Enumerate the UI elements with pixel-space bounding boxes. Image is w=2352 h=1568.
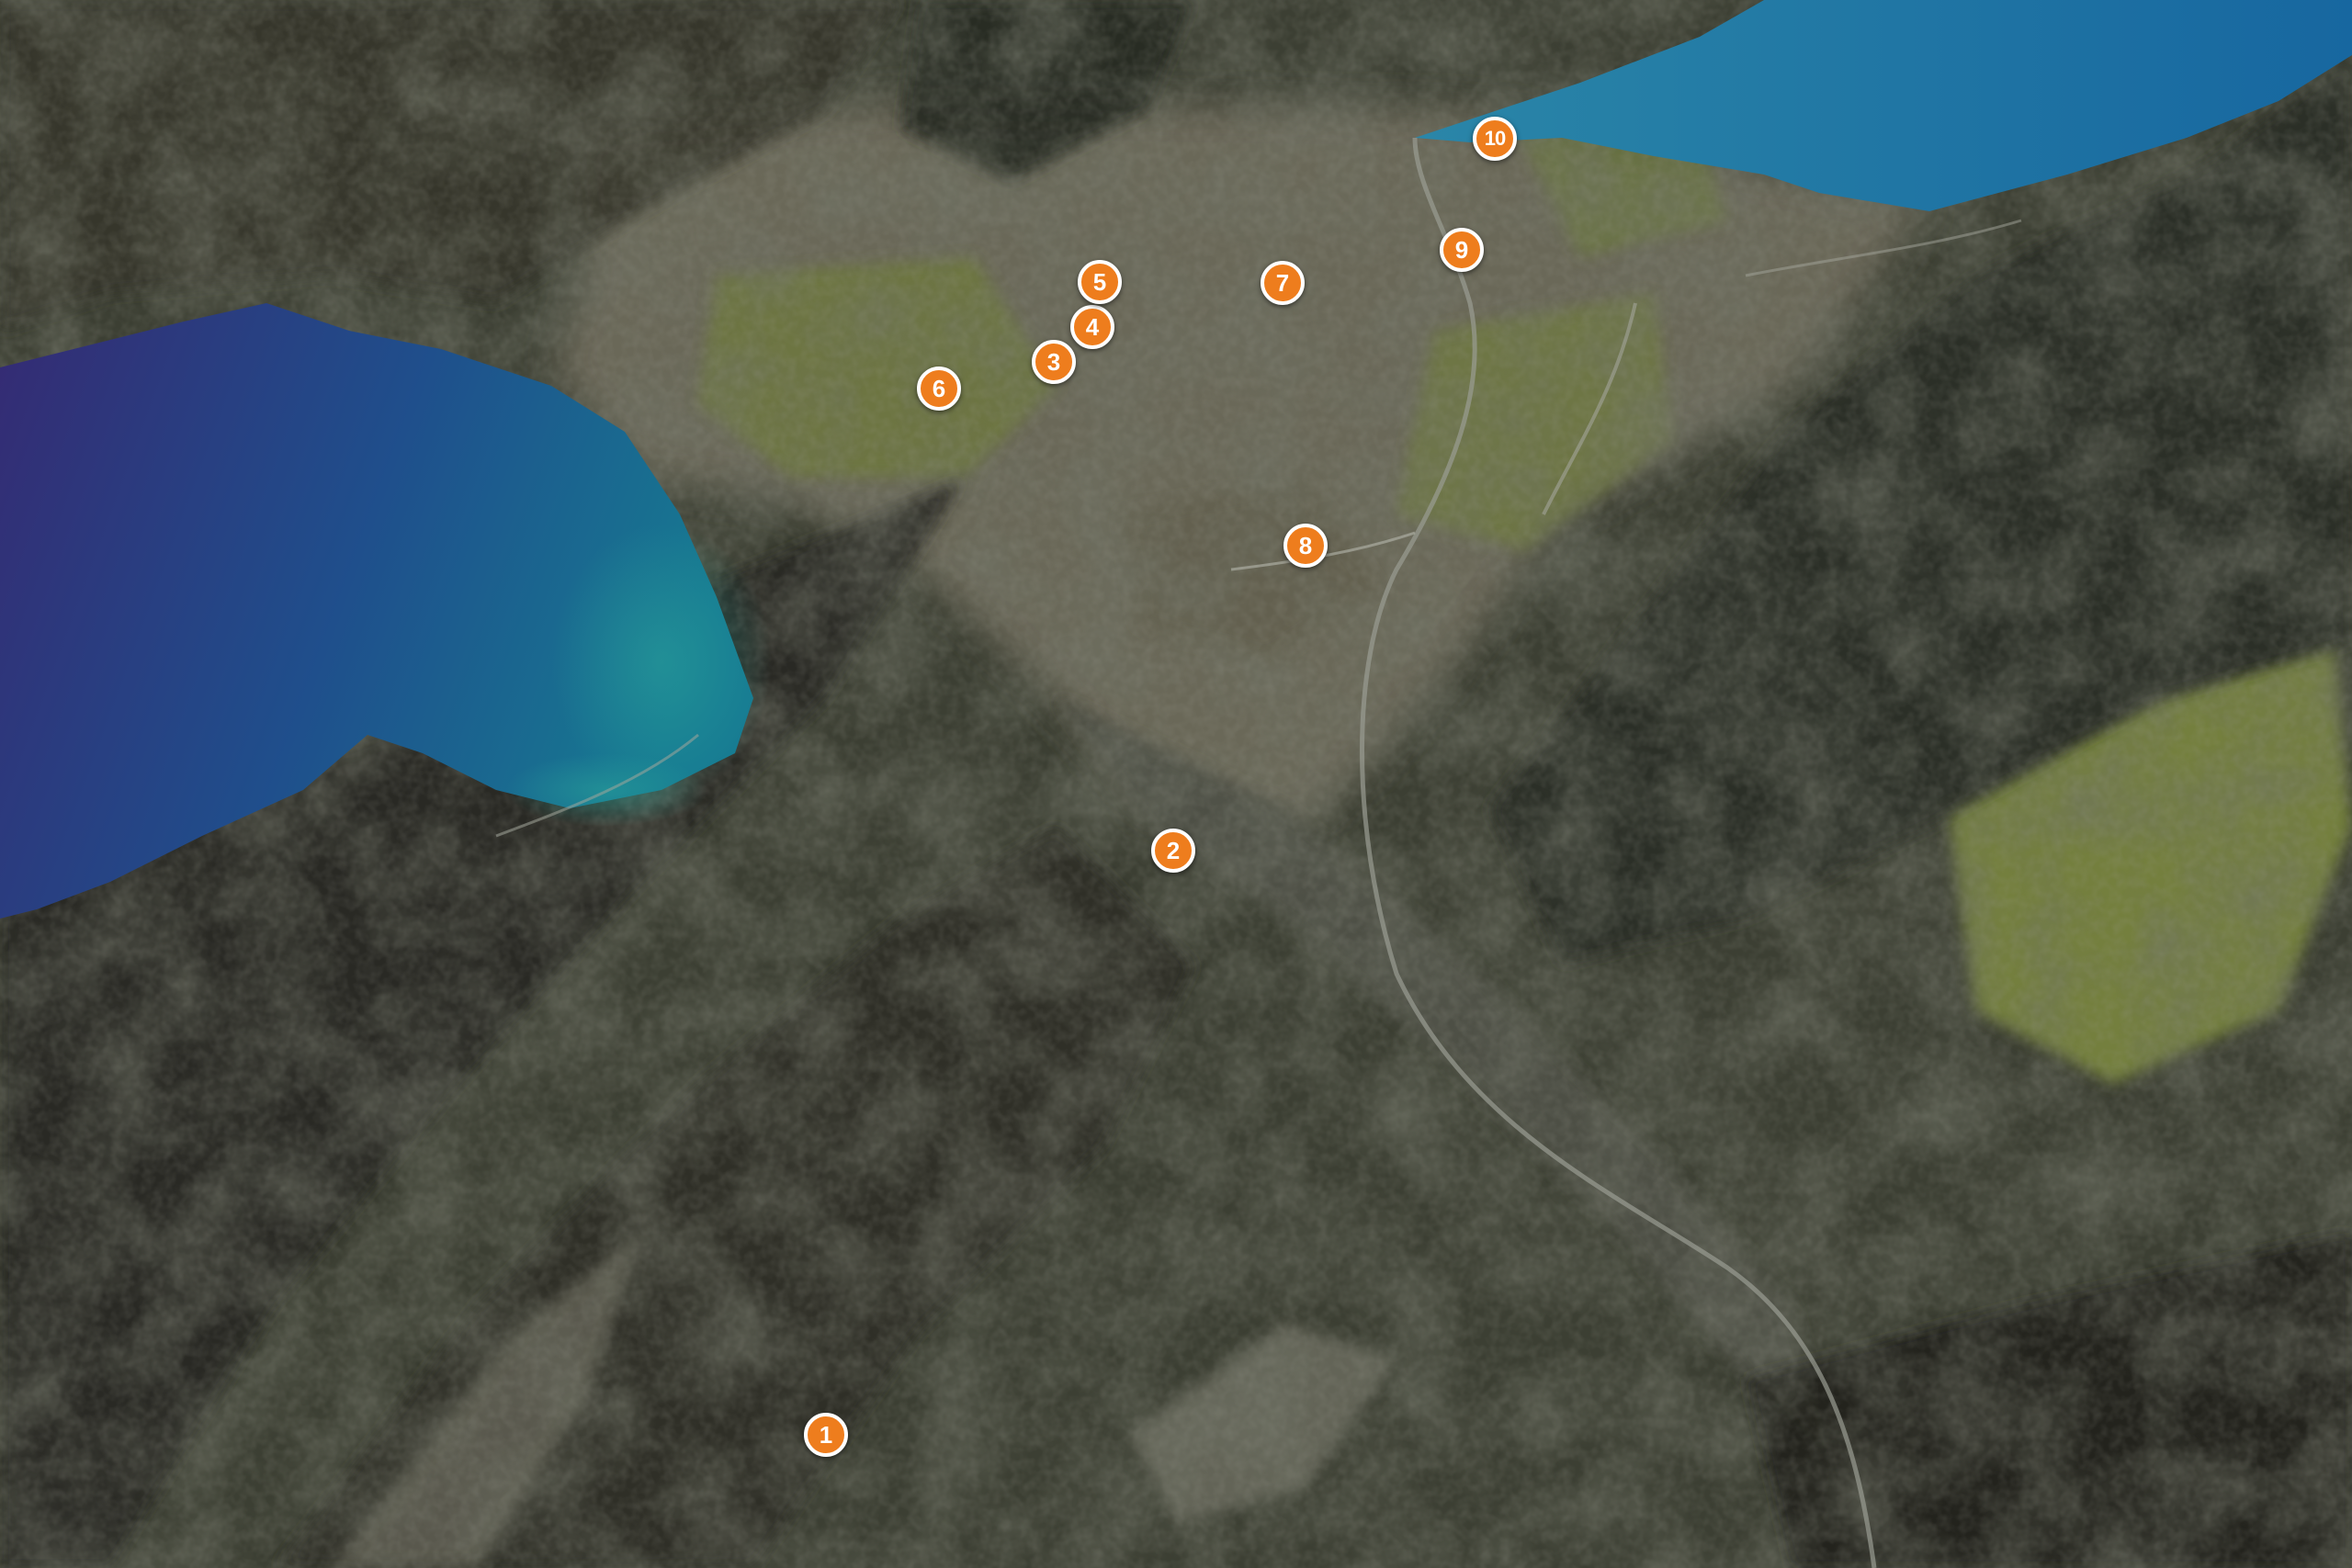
map-marker-7[interactable]: 7 bbox=[1261, 261, 1305, 305]
aerial-map[interactable]: 1 2 3 4 5 6 7 8 9 10 bbox=[0, 0, 2352, 1568]
map-marker-5[interactable]: 5 bbox=[1078, 260, 1122, 304]
map-marker-10[interactable]: 10 bbox=[1473, 117, 1517, 161]
satellite-terrain bbox=[0, 0, 2352, 1568]
map-marker-2[interactable]: 2 bbox=[1151, 829, 1195, 873]
map-marker-6[interactable]: 6 bbox=[917, 367, 961, 411]
map-marker-9[interactable]: 9 bbox=[1440, 228, 1484, 272]
map-marker-4[interactable]: 4 bbox=[1070, 305, 1114, 349]
map-marker-3[interactable]: 3 bbox=[1032, 340, 1076, 384]
map-marker-8[interactable]: 8 bbox=[1283, 524, 1328, 568]
map-marker-1[interactable]: 1 bbox=[804, 1413, 848, 1457]
